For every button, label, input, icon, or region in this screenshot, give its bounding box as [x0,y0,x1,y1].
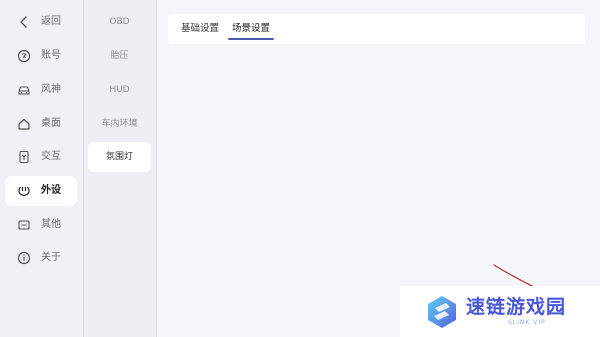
subnav-item-label: 胎压 [110,51,129,61]
subnav-item-label: HUD [109,85,130,95]
sidebar-item-desktop[interactable]: 桌面 [5,109,77,139]
subnav-item-ambient-light[interactable]: 氛围灯 [88,142,151,172]
home-icon [17,117,31,131]
sidebar-item-peripheral[interactable]: 外设 [5,176,77,206]
peripheral-icon [17,184,31,198]
sidebar-item-label: 其他 [41,219,61,230]
subnav-item-cabin-environment[interactable]: 车内环境 [88,109,151,139]
watermark: 速链游戏园 SLINK VIP [400,286,600,337]
subnav-item-obd[interactable]: OBD [88,7,151,37]
info-icon [17,251,31,265]
tab-basic-settings[interactable]: 基础设置 [181,22,219,36]
subnav-item-label: OBD [109,17,130,27]
other-icon [17,218,31,232]
sidebar-item-interaction[interactable]: 交互 [5,142,77,172]
sidebar-item-label: 账号 [41,50,61,61]
subnav-item-label: 氛围灯 [105,152,133,162]
sidebar-item-label: 外设 [41,185,61,196]
sidebar-item-car[interactable]: 风神 [5,75,77,105]
sidebar-item-label: 桌面 [41,118,61,129]
watermark-title: 速链游戏园 [466,296,567,318]
watermark-subtitle: SLINK VIP [508,319,546,326]
back-chevron-icon [17,15,31,29]
active-tab-indicator [228,38,274,40]
watermark-logo [428,296,456,328]
sidebar-item-label: 关于 [41,252,61,263]
subnav-item-hud[interactable]: HUD [88,75,151,105]
subnav-item-label: 车内环境 [101,119,138,129]
sidebar-item-label: 交互 [41,151,61,162]
peripheral-subnav: OBD 胎压 HUD 车内环境 氛围灯 [84,0,156,337]
car-icon [17,83,31,97]
sidebar-item-back[interactable]: 返回 [5,7,77,37]
tab-bar: 基础设置 场景设置 [168,14,585,44]
subnav-item-tire-pressure[interactable]: 胎压 [88,41,151,71]
tab-scene-settings[interactable]: 场景设置 [232,22,270,36]
sidebar-item-label: 返回 [41,16,61,27]
sidebar-item-label: 风神 [41,84,61,95]
sidebar-item-account[interactable]: 账号 [5,41,77,71]
sidebar-item-about[interactable]: 关于 [5,243,77,273]
sidebar-item-other[interactable]: 其他 [5,210,77,240]
settings-sidebar: 返回 账号 风神 桌面 交互 外设 其他 关于 [0,0,83,337]
account-icon [17,49,31,63]
interaction-icon [17,150,31,164]
